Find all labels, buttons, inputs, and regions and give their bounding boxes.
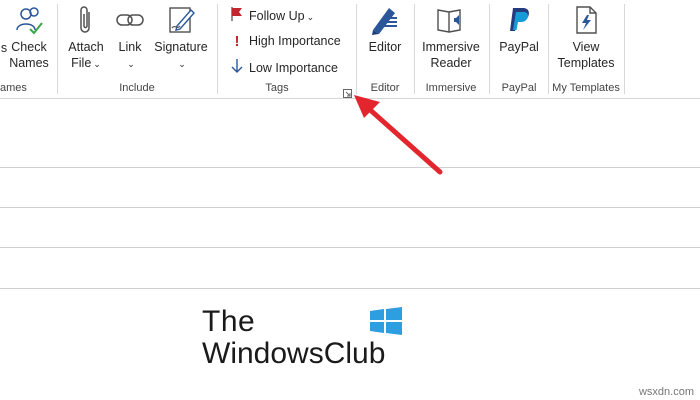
- signature-button[interactable]: Signature ⌄: [152, 4, 210, 72]
- field-divider: [0, 288, 700, 289]
- fragment-label: s: [0, 41, 8, 55]
- view-templates-button[interactable]: View Templates: [555, 4, 617, 71]
- separator: [548, 4, 549, 94]
- signature-icon: [152, 4, 210, 36]
- paypal-label: PayPal: [499, 40, 539, 54]
- paypal-button[interactable]: PayPal: [494, 4, 544, 55]
- logo-line-2: WindowsClub: [202, 337, 386, 370]
- separator: [356, 4, 357, 94]
- editor-label: Editor: [368, 40, 402, 54]
- link-button[interactable]: Link ⌄: [112, 4, 148, 72]
- group-label-paypal: PayPal: [501, 82, 537, 94]
- field-divider: [0, 247, 700, 248]
- paperclip-icon: [64, 4, 108, 36]
- chevron-down-icon: ⌄: [178, 59, 186, 69]
- immersive-reader-label-2: Reader: [430, 56, 472, 70]
- exclamation-icon: !: [234, 32, 240, 50]
- watermark: wsxdn.com: [638, 386, 694, 398]
- group-label-my-templates: My Templates: [552, 82, 620, 94]
- annotation-arrow: [354, 95, 443, 175]
- check-names-label-2: Names: [9, 56, 49, 70]
- follow-up-button[interactable]: Follow Up ⌄: [229, 6, 314, 24]
- logo-line-1: The: [202, 305, 256, 338]
- check-names-label-1: Check: [11, 40, 47, 54]
- paypal-icon: [494, 4, 544, 36]
- attach-file-button[interactable]: Attach File ⌄: [64, 4, 108, 72]
- group-label-tags: Tags: [265, 82, 289, 94]
- immersive-reader-button[interactable]: Immersive Reader: [420, 4, 482, 71]
- link-label: Link: [118, 40, 142, 54]
- flag-icon: [229, 6, 245, 27]
- view-templates-label-2: Templates: [557, 56, 615, 70]
- editor-icon: [362, 4, 408, 36]
- immersive-reader-label-1: Immersive: [422, 40, 480, 54]
- separator: [57, 4, 58, 94]
- templates-icon: [555, 4, 617, 36]
- check-names-icon: [8, 4, 50, 36]
- windows-logo-icon: [370, 307, 402, 340]
- high-importance-button[interactable]: ! High Importance: [229, 32, 341, 50]
- separator: [489, 4, 490, 94]
- check-names-button[interactable]: Check Names: [8, 4, 50, 71]
- attach-label-1: Attach: [68, 40, 104, 54]
- group-label-names: ames: [0, 82, 27, 94]
- low-importance-label: Low Importance: [249, 60, 338, 75]
- separator: [624, 4, 625, 94]
- group-label-include: Include: [119, 82, 155, 94]
- high-importance-label: High Importance: [249, 34, 341, 48]
- chevron-down-icon: ⌄: [93, 59, 101, 69]
- chevron-down-icon: ⌄: [127, 59, 135, 69]
- view-templates-label-1: View: [572, 40, 600, 54]
- link-icon: [112, 4, 148, 36]
- attach-label-2: File: [71, 56, 92, 70]
- separator: [414, 4, 415, 94]
- chevron-down-icon: ⌄: [306, 11, 315, 22]
- down-arrow-icon: [229, 58, 245, 79]
- signature-label: Signature: [154, 40, 208, 54]
- follow-up-label: Follow Up: [249, 8, 305, 23]
- low-importance-button[interactable]: Low Importance: [229, 58, 338, 76]
- immersive-reader-icon: [420, 4, 482, 36]
- field-divider: [0, 207, 700, 208]
- editor-button[interactable]: Editor: [362, 4, 408, 55]
- separator: [217, 4, 218, 94]
